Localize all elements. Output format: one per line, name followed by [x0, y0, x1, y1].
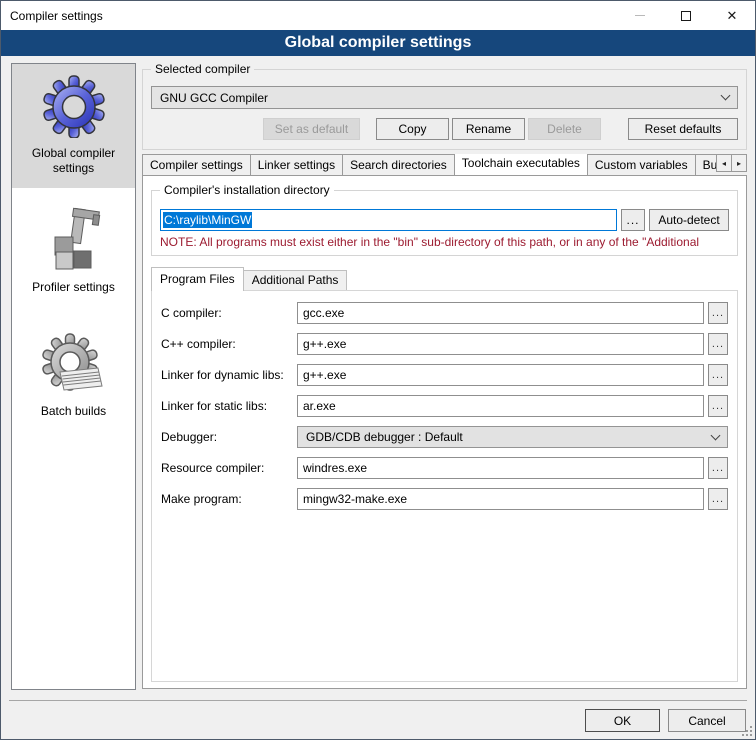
compiler-select[interactable]: GNU GCC Compiler	[151, 86, 738, 109]
dialog-header: Global compiler settings	[1, 30, 755, 56]
cancel-button[interactable]: Cancel	[668, 709, 746, 732]
bin-subdirectory-note: NOTE: All programs must exist either in …	[160, 235, 729, 249]
dialog-body: Global compiler settings	[1, 56, 755, 689]
ok-button[interactable]: OK	[585, 709, 660, 732]
blue-gear-icon	[41, 73, 107, 139]
resource-compiler-browse-button[interactable]: ...	[708, 457, 728, 479]
maximize-icon	[681, 11, 691, 21]
debugger-select-value: GDB/CDB debugger : Default	[306, 430, 712, 444]
compiler-select-value: GNU GCC Compiler	[160, 91, 722, 105]
dialog-footer: OK Cancel	[9, 700, 747, 732]
settings-tabstrip: Compiler settings Linker settings Search…	[142, 154, 747, 175]
debugger-label: Debugger:	[161, 430, 297, 444]
make-program-browse-button[interactable]: ...	[708, 488, 728, 510]
chevron-down-icon	[721, 91, 731, 101]
window-title: Compiler settings	[1, 9, 103, 23]
form-row-cpp-compiler: C++ compiler: ...	[161, 333, 728, 355]
installation-directory-browse-button[interactable]: ...	[621, 209, 645, 231]
make-program-label: Make program:	[161, 492, 297, 506]
installation-directory-input[interactable]: C:\raylib\MinGW	[160, 209, 617, 231]
form-row-resource-compiler: Resource compiler: ...	[161, 457, 728, 479]
sidebar-item-label: Profiler settings	[28, 280, 119, 295]
make-program-input[interactable]	[297, 488, 704, 510]
tab-compiler-settings[interactable]: Compiler settings	[142, 154, 251, 175]
installation-directory-group: Compiler's installation directory C:\ray…	[151, 190, 738, 256]
installation-directory-value: C:\raylib\MinGW	[163, 212, 252, 228]
program-files-page: C compiler: ... C++ compiler: ...	[151, 290, 738, 682]
dynamic-linker-label: Linker for dynamic libs:	[161, 368, 297, 382]
titlebar: Compiler settings ✕	[1, 1, 755, 30]
dynamic-linker-input[interactable]	[297, 364, 704, 386]
static-linker-label: Linker for static libs:	[161, 399, 297, 413]
tab-search-directories[interactable]: Search directories	[342, 154, 455, 175]
resource-compiler-input[interactable]	[297, 457, 704, 479]
arrow-right-icon: ▸	[737, 159, 741, 168]
c-compiler-label: C compiler:	[161, 306, 297, 320]
program-subtabstrip: Program Files Additional Paths	[151, 266, 738, 290]
tab-toolchain-executables[interactable]: Toolchain executables	[454, 154, 588, 175]
cpp-compiler-label: C++ compiler:	[161, 337, 297, 351]
installation-directory-row: C:\raylib\MinGW ... Auto-detect	[160, 209, 729, 231]
form-row-static-linker: Linker for static libs: ...	[161, 395, 728, 417]
compiler-settings-window: Compiler settings ✕ Global compiler sett…	[0, 0, 756, 740]
compiler-actions: Set as default Copy Rename Delete Reset …	[151, 118, 738, 140]
tab-scroll-buttons: ◂ ▸	[716, 154, 747, 172]
set-as-default-button[interactable]: Set as default	[263, 118, 360, 140]
resource-compiler-label: Resource compiler:	[161, 461, 297, 475]
minimize-button[interactable]	[617, 1, 663, 30]
sidebar-item-profiler-settings[interactable]: Profiler settings	[12, 198, 135, 322]
chevron-down-icon	[711, 430, 721, 440]
tab-scroll-right-button[interactable]: ▸	[731, 154, 747, 172]
selected-compiler-group-label: Selected compiler	[151, 62, 254, 76]
close-button[interactable]: ✕	[709, 1, 755, 30]
reset-defaults-button[interactable]: Reset defaults	[628, 118, 738, 140]
main-panel: Selected compiler GNU GCC Compiler Set a…	[142, 63, 747, 689]
profiler-caliper-icon	[41, 207, 107, 273]
c-compiler-browse-button[interactable]: ...	[708, 302, 728, 324]
form-row-dynamic-linker: Linker for dynamic libs: ...	[161, 364, 728, 386]
installation-directory-group-label: Compiler's installation directory	[160, 183, 334, 197]
settings-category-list: Global compiler settings	[11, 63, 136, 690]
form-row-c-compiler: C compiler: ...	[161, 302, 728, 324]
resize-grip[interactable]	[742, 726, 752, 736]
toolchain-executables-page: Compiler's installation directory C:\ray…	[142, 175, 747, 689]
tab-scroll-left-button[interactable]: ◂	[716, 154, 732, 172]
sidebar-item-batch-builds[interactable]: Batch builds	[12, 322, 135, 446]
cpp-compiler-input[interactable]	[297, 333, 704, 355]
close-icon: ✕	[727, 9, 738, 22]
subtab-program-files[interactable]: Program Files	[151, 267, 244, 291]
cpp-compiler-browse-button[interactable]: ...	[708, 333, 728, 355]
debugger-select[interactable]: GDB/CDB debugger : Default	[297, 426, 728, 448]
sidebar-item-label: Batch builds	[37, 404, 110, 419]
arrow-left-icon: ◂	[722, 159, 726, 168]
batch-builds-gear-icon	[41, 331, 107, 397]
copy-button[interactable]: Copy	[376, 118, 449, 140]
delete-button[interactable]: Delete	[528, 118, 601, 140]
c-compiler-input[interactable]	[297, 302, 704, 324]
auto-detect-button[interactable]: Auto-detect	[649, 209, 729, 231]
tab-linker-settings[interactable]: Linker settings	[250, 154, 343, 175]
static-linker-browse-button[interactable]: ...	[708, 395, 728, 417]
tab-custom-variables[interactable]: Custom variables	[587, 154, 696, 175]
rename-button[interactable]: Rename	[452, 118, 525, 140]
titlebar-buttons: ✕	[617, 1, 755, 30]
sidebar-item-global-compiler-settings[interactable]: Global compiler settings	[12, 64, 135, 188]
dynamic-linker-browse-button[interactable]: ...	[708, 364, 728, 386]
minimize-icon	[635, 15, 645, 16]
sidebar-item-label: Global compiler settings	[12, 146, 135, 176]
form-row-make-program: Make program: ...	[161, 488, 728, 510]
static-linker-input[interactable]	[297, 395, 704, 417]
maximize-button[interactable]	[663, 1, 709, 30]
form-row-debugger: Debugger: GDB/CDB debugger : Default	[161, 426, 728, 448]
subtab-additional-paths[interactable]: Additional Paths	[243, 270, 348, 290]
selected-compiler-group: Selected compiler GNU GCC Compiler Set a…	[142, 69, 747, 150]
